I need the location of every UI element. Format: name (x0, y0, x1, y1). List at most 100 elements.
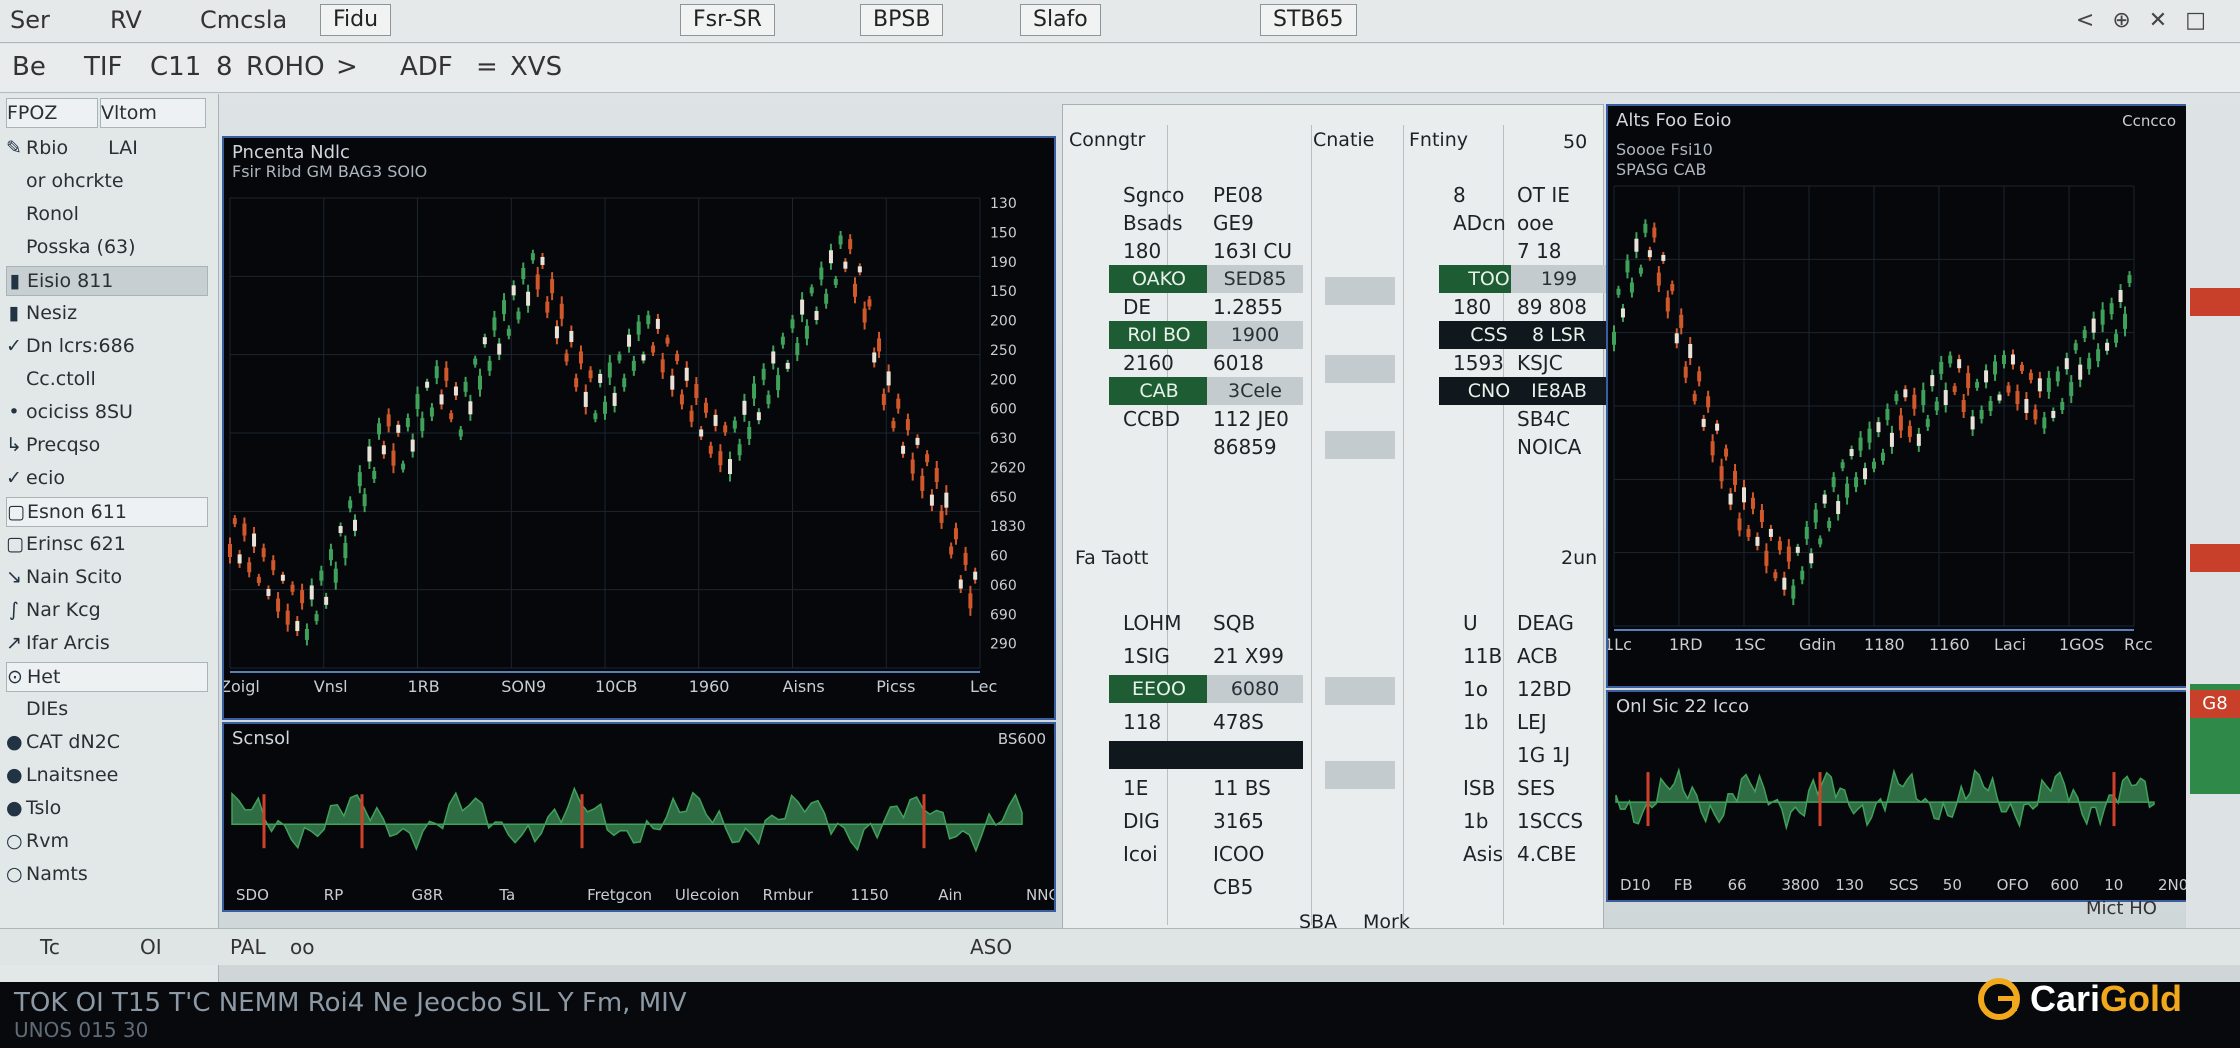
globe-icon[interactable]: ⊕ (2112, 8, 2148, 33)
window-controls[interactable]: <⊕✕□ (2076, 8, 2224, 33)
candle-body (2055, 371, 2060, 382)
toolbar-item-5[interactable]: > (336, 52, 358, 82)
sidebar-item[interactable]: ↗ Ifar Arcis (6, 629, 206, 657)
data-box-a[interactable]: EEOO (1109, 675, 1209, 703)
sidebar-item[interactable]: ↳ Precqso (6, 431, 206, 459)
data-box-b[interactable]: 6080 (1207, 675, 1303, 703)
candle-body (242, 523, 247, 536)
chart-panel-right[interactable]: Alts Foo Eoio Ccncco Soooe Fsi10 SPASG C… (1606, 104, 2188, 688)
data-box-b[interactable] (1207, 741, 1303, 769)
sidebar-item[interactable]: ∫ Nar Kcg (6, 596, 206, 624)
data-box-a[interactable]: OAKO (1109, 265, 1209, 293)
data-box-b[interactable]: IE8AB (1511, 377, 1607, 405)
menu-item-0[interactable]: Ser (10, 6, 50, 34)
sidebar-item[interactable]: or ohcrkte (6, 167, 206, 195)
data-box-b[interactable]: 8 LSR (1511, 321, 1607, 349)
volume-x-tick: Ain (938, 886, 962, 904)
sidebar-item[interactable]: ● Tslo (6, 794, 206, 822)
toolbar-item-0[interactable]: Be (12, 52, 46, 82)
sidebar-item-label: Ifar Arcis (26, 632, 110, 654)
candle-body (506, 328, 511, 336)
sidebar-item[interactable]: ○ Namts (6, 860, 206, 888)
data-box-b[interactable]: 3Cele (1207, 377, 1303, 405)
data-cell-b: 89 808 (1517, 295, 1587, 319)
candle-body (872, 352, 877, 363)
data-cell-b: 163I CU (1213, 239, 1293, 263)
data-box-a[interactable] (1109, 741, 1209, 769)
sidebar-item[interactable]: DIEs (6, 695, 206, 723)
candle-body (271, 560, 276, 571)
sidebar-header[interactable]: FPOZ (6, 98, 98, 128)
sidebar-item[interactable]: ▮ Eisio 811 (6, 266, 208, 296)
close-icon[interactable]: ✕ (2149, 8, 2185, 33)
volume-x-tick: NNO (1026, 886, 1054, 904)
candle-body (905, 419, 910, 431)
sidebar-item[interactable]: ○ Rvm (6, 827, 206, 855)
menu-item-2[interactable]: Cmcsla (200, 6, 287, 34)
data-header-left: Conngtr (1069, 129, 1146, 151)
tab-0[interactable]: Fsr-SR (680, 4, 775, 36)
sidebar-item[interactable]: ⊙ Het (6, 662, 208, 692)
volume-x-tick: RP (324, 886, 343, 904)
candle-body (1674, 333, 1679, 344)
tab-1[interactable]: BPSB (860, 4, 944, 36)
candle-body (492, 317, 497, 331)
volume-panel-left[interactable]: Scnsol BS600 SDO RP G8R Ta Fretgcon Ulecoion R… (222, 722, 1056, 912)
back-icon[interactable]: < (2076, 8, 2112, 33)
toolbar-item-6[interactable]: ADF (400, 52, 453, 82)
sidebar-item[interactable]: Cc.ctoll (6, 365, 206, 393)
volume-panel-right[interactable]: Onl Sic 22 Icco D10 FB 66 3800 130 SCS 50 OFO 60… (1606, 690, 2188, 902)
candle-body (1737, 518, 1742, 531)
candle-body (1952, 386, 1957, 393)
toolbar-item-3[interactable]: 8 (216, 52, 233, 82)
candle-body (482, 337, 487, 345)
data-box-a[interactable]: RoI BO (1109, 321, 1209, 349)
sidebar-item[interactable]: ● Lnaitsnee (6, 761, 206, 789)
sidebar-item[interactable]: Posska (63) (6, 233, 206, 261)
candle-body (1759, 510, 1764, 522)
sidebar-item[interactable]: ✓ ecio (6, 464, 206, 492)
candle-body (1970, 416, 1975, 430)
sidebar-item[interactable]: ↘ Nain Scito (6, 563, 206, 591)
data-box-b[interactable]: SED85 (1207, 265, 1303, 293)
candle-body (357, 472, 362, 487)
data-cell-a: CCBD (1123, 407, 1181, 431)
sidebar-item[interactable]: ▢ Esnon 611 (6, 497, 208, 527)
maximize-icon[interactable]: □ (2185, 8, 2224, 33)
data-box-a[interactable]: CAB (1109, 377, 1209, 405)
toolbar-item-7[interactable]: = (476, 52, 498, 82)
candle-body (377, 423, 382, 435)
candle-body (1755, 536, 1760, 546)
sidebar-item[interactable]: ▮ Nesiz (6, 299, 206, 327)
sidebar-item[interactable]: ✎ Rbio LAI (6, 134, 206, 162)
menu-item-3[interactable]: Fidu (320, 4, 392, 36)
candle-body (723, 425, 728, 433)
tab-3[interactable]: STB65 (1260, 4, 1357, 36)
chart-panel-left[interactable]: Pncenta Ndlc Fsir Ribd GM BAG3 SOIO 130 1… (222, 136, 1056, 720)
screen: Ser RV Cmcsla Fidu Fsr-SR BPSB Slafo STB… (0, 0, 2240, 1000)
tab-2[interactable]: Slafo (1020, 4, 1101, 36)
candle-body (843, 261, 848, 269)
data-cell-b: SQB (1213, 611, 1256, 635)
toolbar-item-1[interactable]: TIF (84, 52, 123, 82)
toolbar-item-2[interactable]: C11 (150, 52, 201, 82)
sidebar-item[interactable]: ▢ Erinsc 621 (6, 530, 206, 558)
sidebar-item[interactable]: Ronol (6, 200, 206, 228)
data-box-b[interactable]: 199 (1511, 265, 1607, 293)
sidebar-item[interactable]: • ociciss 8SU (6, 398, 206, 426)
sidebar-header-2[interactable]: Vltom (100, 98, 206, 128)
sidebar-item[interactable]: ✓ Dn lcrs:686 (6, 332, 206, 360)
menu-item-1[interactable]: RV (110, 6, 142, 34)
toolbar-item-4[interactable]: ROHO (246, 52, 325, 82)
candle-body (915, 437, 920, 445)
candle-body (1889, 432, 1894, 447)
candle-body (1921, 390, 1926, 406)
status-item-3: oo (290, 935, 315, 959)
toolbar-item-8[interactable]: XVS (510, 52, 562, 82)
data-cell-a: 8 (1453, 183, 1466, 207)
sidebar-item[interactable]: ● CAT dN2C (6, 728, 206, 756)
candle-body (540, 256, 545, 265)
candle-body (752, 383, 757, 399)
data-cell-a: 1b (1463, 710, 1489, 734)
data-box-b[interactable]: 1900 (1207, 321, 1303, 349)
